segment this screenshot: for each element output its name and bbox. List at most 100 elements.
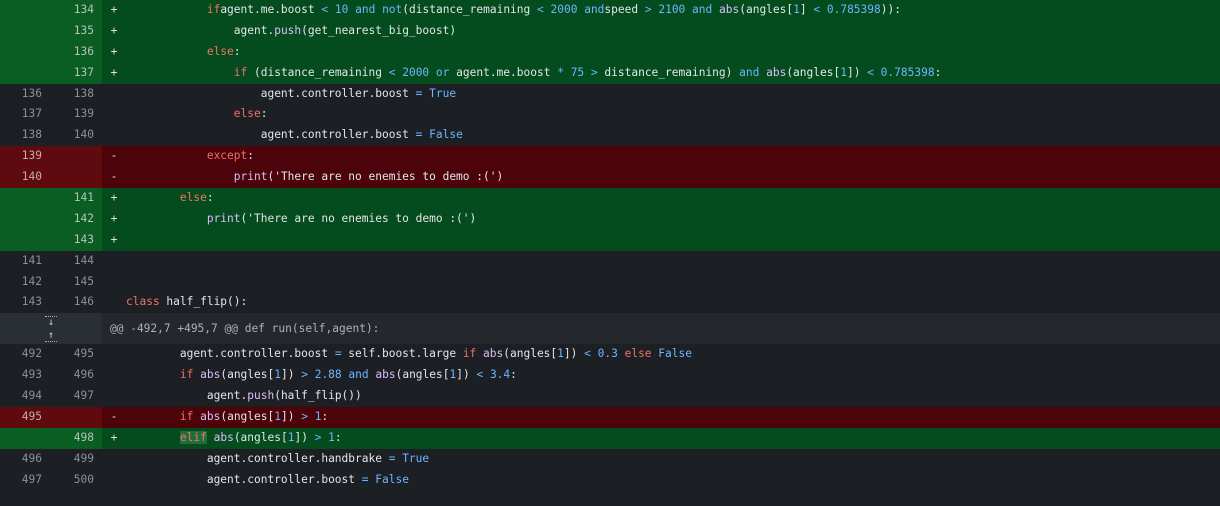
code-token: ]) <box>563 347 585 361</box>
new-line-number[interactable]: 146 <box>50 292 102 314</box>
old-line-number[interactable]: 142 <box>0 271 50 293</box>
code-token: if <box>179 410 194 424</box>
code-token: if <box>206 3 221 16</box>
new-line-number[interactable]: 497 <box>50 386 102 408</box>
diff-line-ctx: 138 140 agent.controller.boost = False <box>0 125 1220 147</box>
code-line: agent.controller.boost = False <box>126 125 1220 146</box>
old-line-number[interactable] <box>0 0 50 21</box>
old-line-number[interactable]: 137 <box>0 104 50 126</box>
old-line-number[interactable]: 492 <box>0 344 50 366</box>
new-line-number[interactable]: 145 <box>50 271 102 293</box>
code-token: : <box>260 107 268 121</box>
new-line-number[interactable]: 137 <box>50 62 102 84</box>
code-line: else: <box>126 42 1220 63</box>
expand-up-icon[interactable]: ↓ <box>44 315 58 329</box>
code-line: except: <box>126 146 1220 167</box>
diff-line-ctx: 141 144 <box>0 250 1220 272</box>
new-line-number[interactable]: 144 <box>50 250 102 272</box>
new-line-number[interactable]: 136 <box>50 41 102 63</box>
old-line-number[interactable] <box>0 229 50 251</box>
diff-marker <box>102 125 126 146</box>
diff-line-ctx: 496 499 agent.controller.handbrake = True <box>0 448 1220 470</box>
code-token: elif <box>179 430 207 444</box>
diff-line-add: 142 + print('There are no enemies to demo… <box>0 208 1220 230</box>
diff-line-add: 498 + elif abs(angles[1]) > 1: <box>0 427 1220 449</box>
new-line-number[interactable]: 495 <box>50 344 102 366</box>
diff-marker: + <box>110 23 118 37</box>
hunk-header-text: @@ -492,7 +495,7 @@ def run(self,agent): <box>110 322 380 336</box>
new-line-number[interactable]: 500 <box>50 469 102 491</box>
old-line-number[interactable]: 493 <box>0 365 50 387</box>
code-token: else <box>206 44 234 58</box>
code-token: ('There are no enemies to demo :(') <box>240 211 477 225</box>
old-line-number[interactable] <box>0 188 50 209</box>
old-line-number[interactable]: 494 <box>0 386 50 408</box>
code-token: > <box>301 368 308 382</box>
old-line-number[interactable] <box>0 41 50 63</box>
new-line-number[interactable]: 135 <box>50 20 102 42</box>
expand-down-icon[interactable]: ↑ <box>44 329 58 342</box>
code-token: (half_flip()) <box>274 389 362 403</box>
code-token: (angles[ <box>233 430 288 444</box>
old-line-number[interactable]: 136 <box>0 83 50 105</box>
code-token: 3.4 <box>489 368 511 382</box>
diff-marker: + <box>110 44 118 58</box>
old-line-number[interactable]: 497 <box>0 469 50 491</box>
code-line: class half_flip(): <box>126 292 1220 313</box>
old-line-number[interactable]: 138 <box>0 125 50 147</box>
old-line-number[interactable] <box>0 62 50 84</box>
new-line-number[interactable]: 134 <box>50 0 102 21</box>
new-line-number[interactable]: 143 <box>50 229 102 251</box>
new-line-number[interactable]: 142 <box>50 208 102 230</box>
old-line-number[interactable]: 141 <box>0 250 50 272</box>
old-line-number[interactable]: 139 <box>0 146 50 168</box>
old-line-number[interactable]: 140 <box>0 167 50 189</box>
code-token: and <box>348 368 369 382</box>
code-token: 10 <box>334 3 349 16</box>
code-token: else <box>233 107 261 121</box>
diff-marker <box>102 365 126 386</box>
code-token: (distance_remaining <box>247 65 389 79</box>
code-token: agent.me.boost <box>449 65 558 79</box>
new-line-number[interactable] <box>50 146 102 168</box>
diff-marker <box>102 292 126 313</box>
code-token: : <box>510 368 517 382</box>
new-line-number[interactable]: 138 <box>50 83 102 105</box>
code-token: self.boost.large <box>341 347 463 361</box>
code-token: False <box>375 472 409 486</box>
new-line-number[interactable]: 140 <box>50 125 102 147</box>
old-line-number[interactable]: 496 <box>0 448 50 470</box>
new-line-number[interactable]: 498 <box>50 427 102 449</box>
code-line: agent.controller.boost = True <box>126 84 1220 105</box>
code-token: 1 <box>840 65 847 79</box>
new-line-number[interactable] <box>50 167 102 189</box>
new-line-number[interactable] <box>50 407 102 428</box>
code-token: < <box>584 347 591 361</box>
old-line-number[interactable] <box>0 20 50 42</box>
old-line-number[interactable] <box>0 208 50 230</box>
code-token: push <box>274 23 302 37</box>
code-line: if (distance_remaining < 2000 or agent.m… <box>126 63 1220 84</box>
old-line-number[interactable]: 143 <box>0 292 50 314</box>
new-line-number[interactable]: 496 <box>50 365 102 387</box>
code-token: and <box>584 3 605 16</box>
code-token: : <box>233 44 241 58</box>
code-token: agent.controller.boost <box>206 472 362 486</box>
old-line-number[interactable]: 495 <box>0 407 50 428</box>
diff-line-ctx: 136 138 agent.controller.boost = True <box>0 83 1220 105</box>
old-line-number[interactable] <box>0 427 50 449</box>
diff-line-add: 135 + agent.push(get_nearest_big_boost) <box>0 20 1220 42</box>
code-token: True <box>429 86 457 100</box>
new-line-number[interactable]: 139 <box>50 104 102 126</box>
new-line-number[interactable]: 499 <box>50 448 102 470</box>
new-line-number[interactable]: 141 <box>50 188 102 209</box>
diff-view: 134 + ifagent.me.boost < 10 and not(dista… <box>0 0 1220 491</box>
diff-marker <box>102 251 126 272</box>
